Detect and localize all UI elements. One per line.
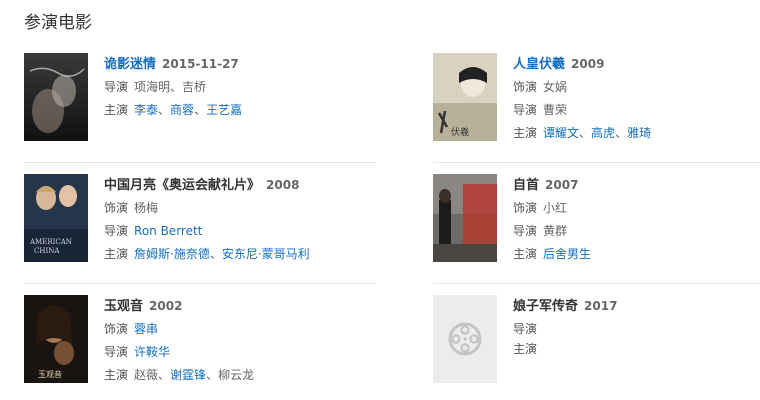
cast-link[interactable]: 王艺嘉	[206, 103, 242, 117]
movie-poster[interactable]: 玉观音	[24, 295, 88, 383]
director-name: 吉桥	[182, 80, 207, 94]
row-label: 导演	[104, 224, 129, 238]
row-label: 主演	[104, 368, 129, 382]
row-label: 饰演	[104, 201, 129, 215]
film-reel-icon	[448, 322, 482, 356]
movie-poster[interactable]: 伏羲	[433, 53, 497, 141]
movie-card: 自首 2007 饰演 小红 导演 黄群 主演 后舍男生	[433, 174, 760, 274]
row-label: 导演	[104, 345, 129, 359]
director-name: 项海明	[134, 80, 171, 94]
svg-text:伏羲: 伏羲	[451, 126, 469, 138]
movie-year: 2015-11-27	[162, 57, 239, 71]
svg-text:CHINA: CHINA	[34, 247, 60, 255]
cast-link[interactable]: 商蓉	[170, 103, 194, 117]
row-label: 主演	[513, 247, 538, 261]
cast-link[interactable]: 谢霆锋	[170, 368, 206, 382]
director-link[interactable]: Ron Berrett	[134, 224, 202, 238]
row-label: 饰演	[104, 322, 129, 336]
cast-row: 主演 詹姆斯·施奈德、安东尼·蒙哥马利	[104, 247, 310, 261]
cast-link[interactable]: 后舍男生	[543, 247, 591, 261]
cast-row: 主演 谭耀文、高虎、雅琦	[513, 126, 652, 140]
movie-card: 娘子军传奇 2017 导演 主演	[433, 295, 760, 395]
role-row: 饰演 蓉串	[104, 318, 364, 341]
divider	[24, 162, 376, 163]
movie-poster-placeholder[interactable]	[433, 295, 497, 383]
movie-card: 玉观音 玉观音 2002 饰演 蓉串 导演 许鞍华 主演 赵薇、谢霆锋、柳云龙	[24, 295, 364, 395]
director-name: 曹荣	[543, 103, 568, 117]
role-name: 杨梅	[134, 201, 159, 215]
row-label: 饰演	[513, 80, 538, 94]
cast-link[interactable]: 安东尼·蒙哥马利	[222, 247, 310, 261]
movie-title[interactable]: 玉观音	[104, 299, 143, 314]
movie-year: 2007	[545, 178, 579, 192]
row-label: 饰演	[513, 201, 538, 215]
divider	[24, 283, 376, 284]
row-label: 主演	[513, 126, 538, 140]
director-row: 导演 黄群	[513, 220, 760, 243]
movie-year: 2008	[266, 178, 300, 192]
movie-card: 伏羲 人皇伏羲 2009 饰演 女娲 导演 曹荣 主演 谭耀文、高虎、雅琦	[433, 53, 760, 153]
role-row: 饰演 杨梅	[104, 197, 364, 220]
row-label: 主演	[513, 342, 538, 356]
divider	[433, 283, 760, 284]
cast-row: 主演	[513, 338, 760, 361]
director-name: 黄群	[543, 224, 568, 238]
director-row: 导演 项海明、吉桥	[104, 80, 207, 94]
role-row: 饰演 女娲	[513, 76, 760, 99]
cast-link[interactable]: 詹姆斯·施奈德	[134, 247, 210, 261]
cast-name: 柳云龙	[218, 368, 255, 382]
cast-row: 主演 赵薇、谢霆锋、柳云龙	[104, 368, 255, 382]
svg-text:玉观音: 玉观音	[38, 369, 62, 379]
divider	[433, 162, 760, 163]
movie-title[interactable]: 诡影迷情	[104, 57, 156, 72]
movie-title[interactable]: 人皇伏羲	[513, 57, 565, 72]
movie-title[interactable]: 中国月亮《奥运会献礼片》	[104, 178, 260, 193]
cast-row: 主演 后舍男生	[513, 243, 760, 266]
row-label: 主演	[104, 247, 129, 261]
movie-card: 诡影迷情 2015-11-27 导演 项海明、吉桥 主演 李泰、商蓉、王艺嘉	[24, 53, 364, 153]
cast-name: 赵薇	[134, 368, 159, 382]
role-link[interactable]: 蓉串	[134, 322, 158, 336]
movie-poster[interactable]	[24, 53, 88, 141]
movie-year: 2002	[149, 299, 183, 313]
row-label: 主演	[104, 103, 129, 117]
role-name: 小红	[543, 201, 568, 215]
row-label: 导演	[513, 322, 538, 336]
cast-link[interactable]: 高虎	[591, 126, 615, 140]
director-row: 导演 曹荣	[513, 99, 760, 122]
cast-link[interactable]: 雅琦	[627, 126, 651, 140]
movie-year: 2009	[571, 57, 605, 71]
cast-link[interactable]: 李泰	[134, 103, 158, 117]
movie-poster[interactable]: AMERICAN CHINA	[24, 174, 88, 262]
director-row: 导演 Ron Berrett	[104, 220, 364, 243]
row-label: 导演	[513, 103, 538, 117]
movie-year: 2017	[584, 299, 618, 313]
cast-link[interactable]: 谭耀文	[543, 126, 579, 140]
role-row: 饰演 小红	[513, 197, 760, 220]
cast-row: 主演 李泰、商蓉、王艺嘉	[104, 103, 243, 117]
svg-text:AMERICAN: AMERICAN	[29, 238, 72, 246]
movie-title[interactable]: 娘子军传奇	[513, 299, 578, 314]
director-link[interactable]: 许鞍华	[134, 345, 170, 359]
movie-card: AMERICAN CHINA 中国月亮《奥运会献礼片》 2008 饰演 杨梅 导演 R…	[24, 174, 364, 274]
director-row: 导演 许鞍华	[104, 341, 364, 364]
role-name: 女娲	[543, 80, 568, 94]
movie-poster[interactable]	[433, 174, 497, 262]
row-label: 导演	[104, 80, 129, 94]
section-title: 参演电影	[24, 13, 92, 33]
row-label: 导演	[513, 224, 538, 238]
movie-title[interactable]: 自首	[513, 178, 539, 193]
